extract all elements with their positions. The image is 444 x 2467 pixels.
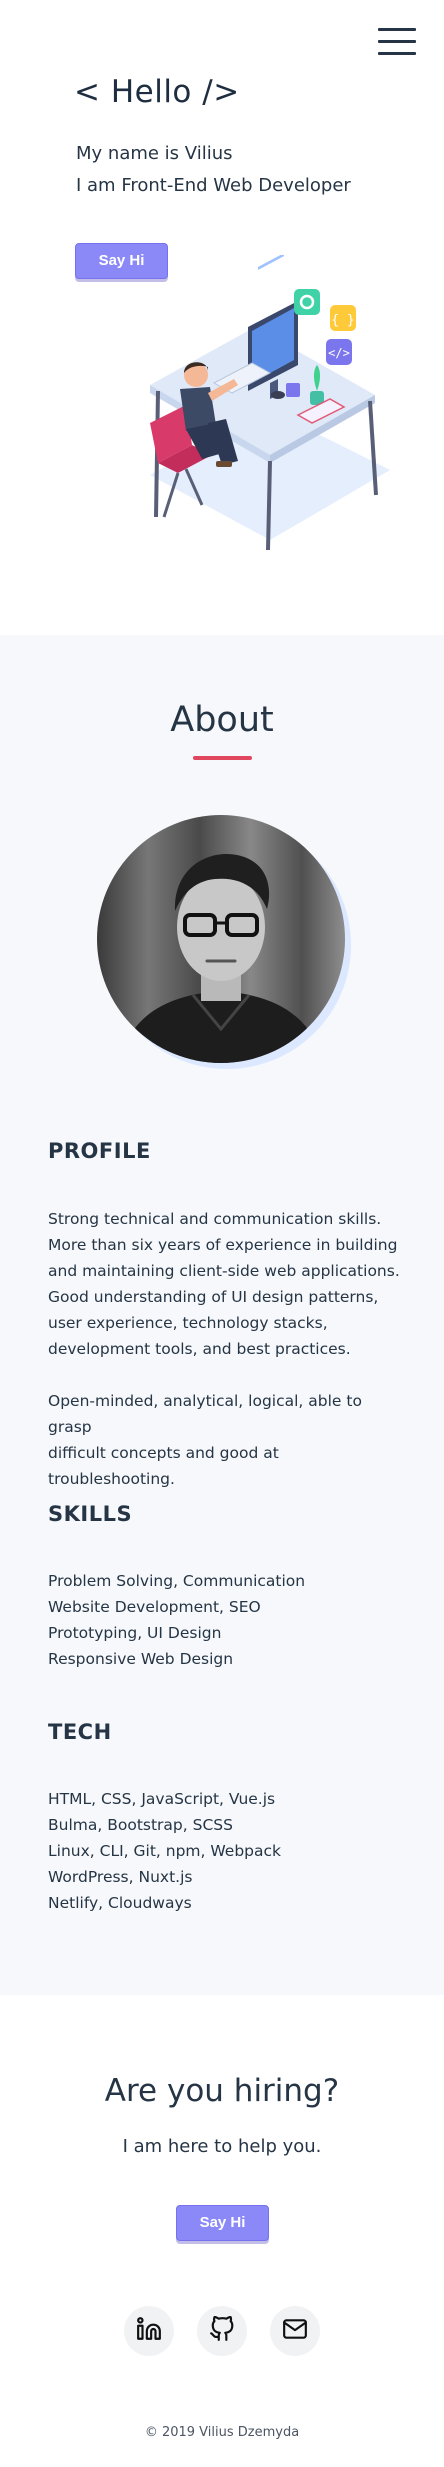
mail-link[interactable] — [270, 2306, 320, 2356]
developer-at-desk-illustration: { } </> — [130, 253, 400, 555]
tech-item: WordPress, Nuxt.js — [48, 1868, 193, 1886]
copyright-text: © 2019 Vilius Dzemyda — [144, 2425, 300, 2440]
hero-title: < Hello /> — [74, 74, 240, 110]
profile-line: Open-minded, analytical, logical, able t… — [48, 1392, 362, 1436]
skill-item: Prototyping, UI Design — [48, 1624, 222, 1642]
hero-intro-role: I am Front-End Web Developer — [76, 175, 351, 196]
tech-list: HTML, CSS, JavaScript, Vue.js Bulma, Boo… — [48, 1786, 281, 1916]
svg-text:{ }: { } — [331, 313, 354, 328]
profile-heading: PROFILE — [48, 1139, 151, 1163]
profile-line: and maintaining client-side web applicat… — [48, 1262, 400, 1280]
mail-icon — [282, 2316, 308, 2346]
github-link[interactable] — [197, 2306, 247, 2356]
tech-heading: TECH — [48, 1720, 112, 1744]
menu-bar — [378, 28, 416, 31]
svg-text:</>: </> — [328, 346, 350, 360]
hiring-subtitle: I am here to help you. — [122, 2136, 322, 2157]
profile-line: Strong technical and communication skill… — [48, 1210, 382, 1228]
menu-bar — [378, 40, 416, 43]
skill-item: Problem Solving, Communication — [48, 1572, 306, 1590]
title-underline — [193, 756, 252, 760]
about-title: About — [170, 700, 274, 740]
hero-intro-name: My name is Vilius — [76, 143, 233, 164]
profile-photo — [97, 815, 353, 1071]
skills-heading: SKILLS — [48, 1502, 133, 1526]
profile-line: development tools, and best practices. — [48, 1340, 351, 1358]
skill-item: Website Development, SEO — [48, 1598, 261, 1616]
profile-line: More than six years of experience in bui… — [48, 1236, 398, 1254]
hiring-title: Are you hiring? — [104, 2073, 340, 2109]
skills-list: Problem Solving, Communication Website D… — [48, 1568, 305, 1672]
profile-line: user experience, technology stacks, — [48, 1314, 328, 1332]
profile-paragraph-1: Strong technical and communication skill… — [48, 1206, 408, 1362]
profile-paragraph-2: Open-minded, analytical, logical, able t… — [48, 1388, 408, 1492]
profile-line: Good understanding of UI design patterns… — [48, 1288, 379, 1306]
say-hi-button-footer[interactable]: Say Hi — [176, 2205, 269, 2241]
profile-line: difficult concepts and good at troublesh… — [48, 1444, 279, 1488]
linkedin-icon — [136, 2316, 162, 2346]
tech-item: Bulma, Bootstrap, SCSS — [48, 1816, 233, 1834]
tech-item: HTML, CSS, JavaScript, Vue.js — [48, 1790, 276, 1808]
menu-bar — [378, 52, 416, 55]
skill-item: Responsive Web Design — [48, 1650, 234, 1668]
hamburger-menu-button[interactable] — [378, 27, 418, 57]
tech-item: Netlify, Cloudways — [48, 1894, 192, 1912]
tech-item: Linux, CLI, Git, npm, Webpack — [48, 1842, 281, 1860]
github-icon — [209, 2315, 235, 2346]
linkedin-link[interactable] — [124, 2306, 174, 2356]
